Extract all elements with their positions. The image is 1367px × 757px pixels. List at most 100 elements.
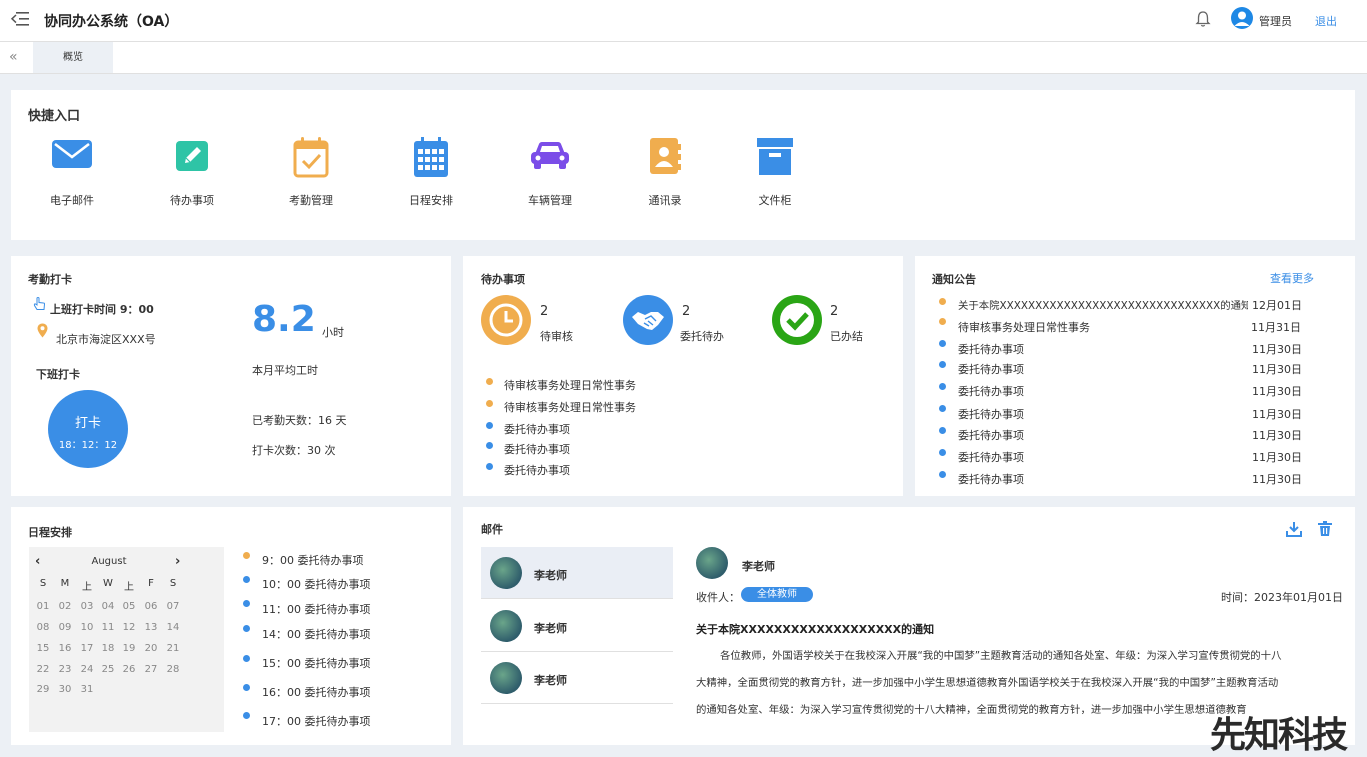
todo-status-dot [486,400,493,407]
menu-toggle-icon[interactable] [10,10,30,28]
collapse-double-chevron-icon[interactable]: « [9,50,25,64]
app-title: 协同办公系统（OA） [44,14,179,30]
calendar-day[interactable]: 27 [141,664,161,675]
mail-avatar [490,610,522,642]
calendar-day[interactable]: 25 [98,664,118,675]
calendar-day[interactable]: 24 [77,664,97,675]
calendar-day[interactable]: 07 [163,601,183,612]
todo-status-dot [486,442,493,449]
user-avatar-icon[interactable] [1231,7,1253,29]
email-entry-button[interactable] [27,136,117,172]
calendar-day[interactable]: 21 [163,643,183,654]
calendar-day[interactable]: 05 [119,601,139,612]
calendar-day[interactable]: 28 [163,664,183,675]
calendar-day[interactable]: 06 [141,601,161,612]
todo-stat-pending[interactable]: 2 待审核 [481,295,581,345]
todo-stat-delegated[interactable]: 2 委托待办 [623,295,733,345]
notice-item[interactable]: 委托待办事项 [958,361,1024,377]
calendar-day[interactable]: 01 [33,601,53,612]
calendar-day[interactable]: 26 [119,664,139,675]
edit-icon [176,141,208,171]
calendar-day[interactable]: 30 [55,684,75,695]
attendance-days: 已考勤天数：16 天 [252,414,347,427]
todo-list-item[interactable]: 委托待办事项 [504,441,570,457]
calendar-day[interactable]: 16 [55,643,75,654]
calendar-next-button[interactable]: › [175,554,180,569]
todo-list-item[interactable]: 待审核事务处理日常性事务 [504,377,636,393]
mail-list-item[interactable]: 李老师 [481,600,673,652]
user-name[interactable]: 管理员 [1259,13,1292,29]
tab-overview[interactable]: 概览 [33,42,113,73]
calendar-day[interactable]: 09 [55,622,75,633]
schedule-item[interactable]: 10：00 委托待办事项 [262,576,371,592]
calendar-day[interactable]: 11 [98,622,118,633]
notices-more-link[interactable]: 查看更多 [1270,270,1314,286]
todo-list-item[interactable]: 委托待办事项 [504,421,570,437]
schedule-status-dot [243,552,250,559]
calendar-day[interactable]: 14 [163,622,183,633]
mail-avatar [490,557,522,589]
cabinet-icon [757,138,793,175]
mail-list-item[interactable]: 李老师 [481,547,673,599]
location-pin-icon [37,323,48,338]
calendar-day[interactable]: 15 [33,643,53,654]
calendar-day[interactable]: 23 [55,664,75,675]
notice-item[interactable]: 待审核事务处理日常性事务 [958,319,1090,335]
calendar-grid-icon [414,137,448,177]
file-cabinet-entry-button[interactable] [730,136,820,176]
todo-list-item[interactable]: 待审核事务处理日常性事务 [504,399,636,415]
calendar-day[interactable]: 17 [77,643,97,654]
calendar-weekday: 上 [82,582,92,593]
notice-item[interactable]: 委托待办事项 [958,471,1024,487]
trash-icon[interactable] [1318,521,1332,537]
punch-label: 打卡 [74,416,101,431]
recipient-label: 收件人： [696,591,740,604]
calendar-day[interactable]: 29 [33,684,53,695]
notice-item[interactable]: 委托待办事项 [958,406,1024,422]
calendar-day[interactable]: 18 [98,643,118,654]
schedule-item[interactable]: 16：00 委托待办事项 [262,684,371,700]
logout-link[interactable]: 退出 [1315,13,1337,29]
calendar-day[interactable]: 20 [141,643,161,654]
calendar-day[interactable]: 04 [98,601,118,612]
vehicle-entry-button[interactable] [505,136,595,172]
schedule-item[interactable]: 11：00 委托待办事项 [262,601,371,617]
schedule-item[interactable]: 15：00 委托待办事项 [262,655,371,671]
notice-item[interactable]: 关于本院XXXXXXXXXXXXXXXXXXXXXXXXXXXXXXX的通知 [958,297,1248,312]
calendar-day[interactable]: 03 [77,601,97,612]
mail-list-item[interactable]: 李老师 [481,652,673,704]
download-icon[interactable] [1286,521,1302,537]
calendar-day[interactable]: 08 [33,622,53,633]
todo-list-item[interactable]: 委托待办事项 [504,462,570,478]
calendar-day[interactable]: 22 [33,664,53,675]
mail-body-line: 大精神，全面贯彻党的教育方针，进一步加强中小学生思想道德教育外国语学校关于在我校… [696,677,1279,689]
schedule-item[interactable]: 14：00 委托待办事项 [262,626,371,642]
contacts-entry-button[interactable] [620,136,710,176]
schedule-entry-button[interactable] [386,136,476,178]
mail-sender-name: 李老师 [534,674,567,687]
bell-icon[interactable] [1194,10,1212,28]
notice-item[interactable]: 委托待办事项 [958,427,1024,443]
hours-unit: 小时 [322,326,344,339]
notice-item[interactable]: 委托待办事项 [958,383,1024,399]
calendar-day[interactable]: 12 [119,622,139,633]
notice-date: 11月30日 [1252,343,1302,356]
calendar-day[interactable]: 13 [141,622,161,633]
done-count: 2 [830,304,839,319]
punch-button[interactable]: 打卡 18：12：12 [48,390,128,468]
attendance-entry-button[interactable] [266,136,356,178]
calendar-day[interactable]: 10 [77,622,97,633]
notice-item[interactable]: 委托待办事项 [958,449,1024,465]
mail-time: 时间：2023年01月01日 [1221,591,1343,604]
contacts-icon [650,138,681,174]
todo-entry-button[interactable] [147,136,237,172]
schedule-item[interactable]: 17：00 委托待办事项 [262,713,371,729]
calendar-day[interactable]: 19 [119,643,139,654]
notice-item[interactable]: 委托待办事项 [958,341,1024,357]
schedule-item[interactable]: 9：00 委托待办事项 [262,552,364,568]
schedule-status-dot [243,655,250,662]
mail-title: 邮件 [481,523,503,536]
todo-stat-done[interactable]: 2 已办结 [772,295,872,345]
calendar-day[interactable]: 02 [55,601,75,612]
calendar-day[interactable]: 31 [77,684,97,695]
